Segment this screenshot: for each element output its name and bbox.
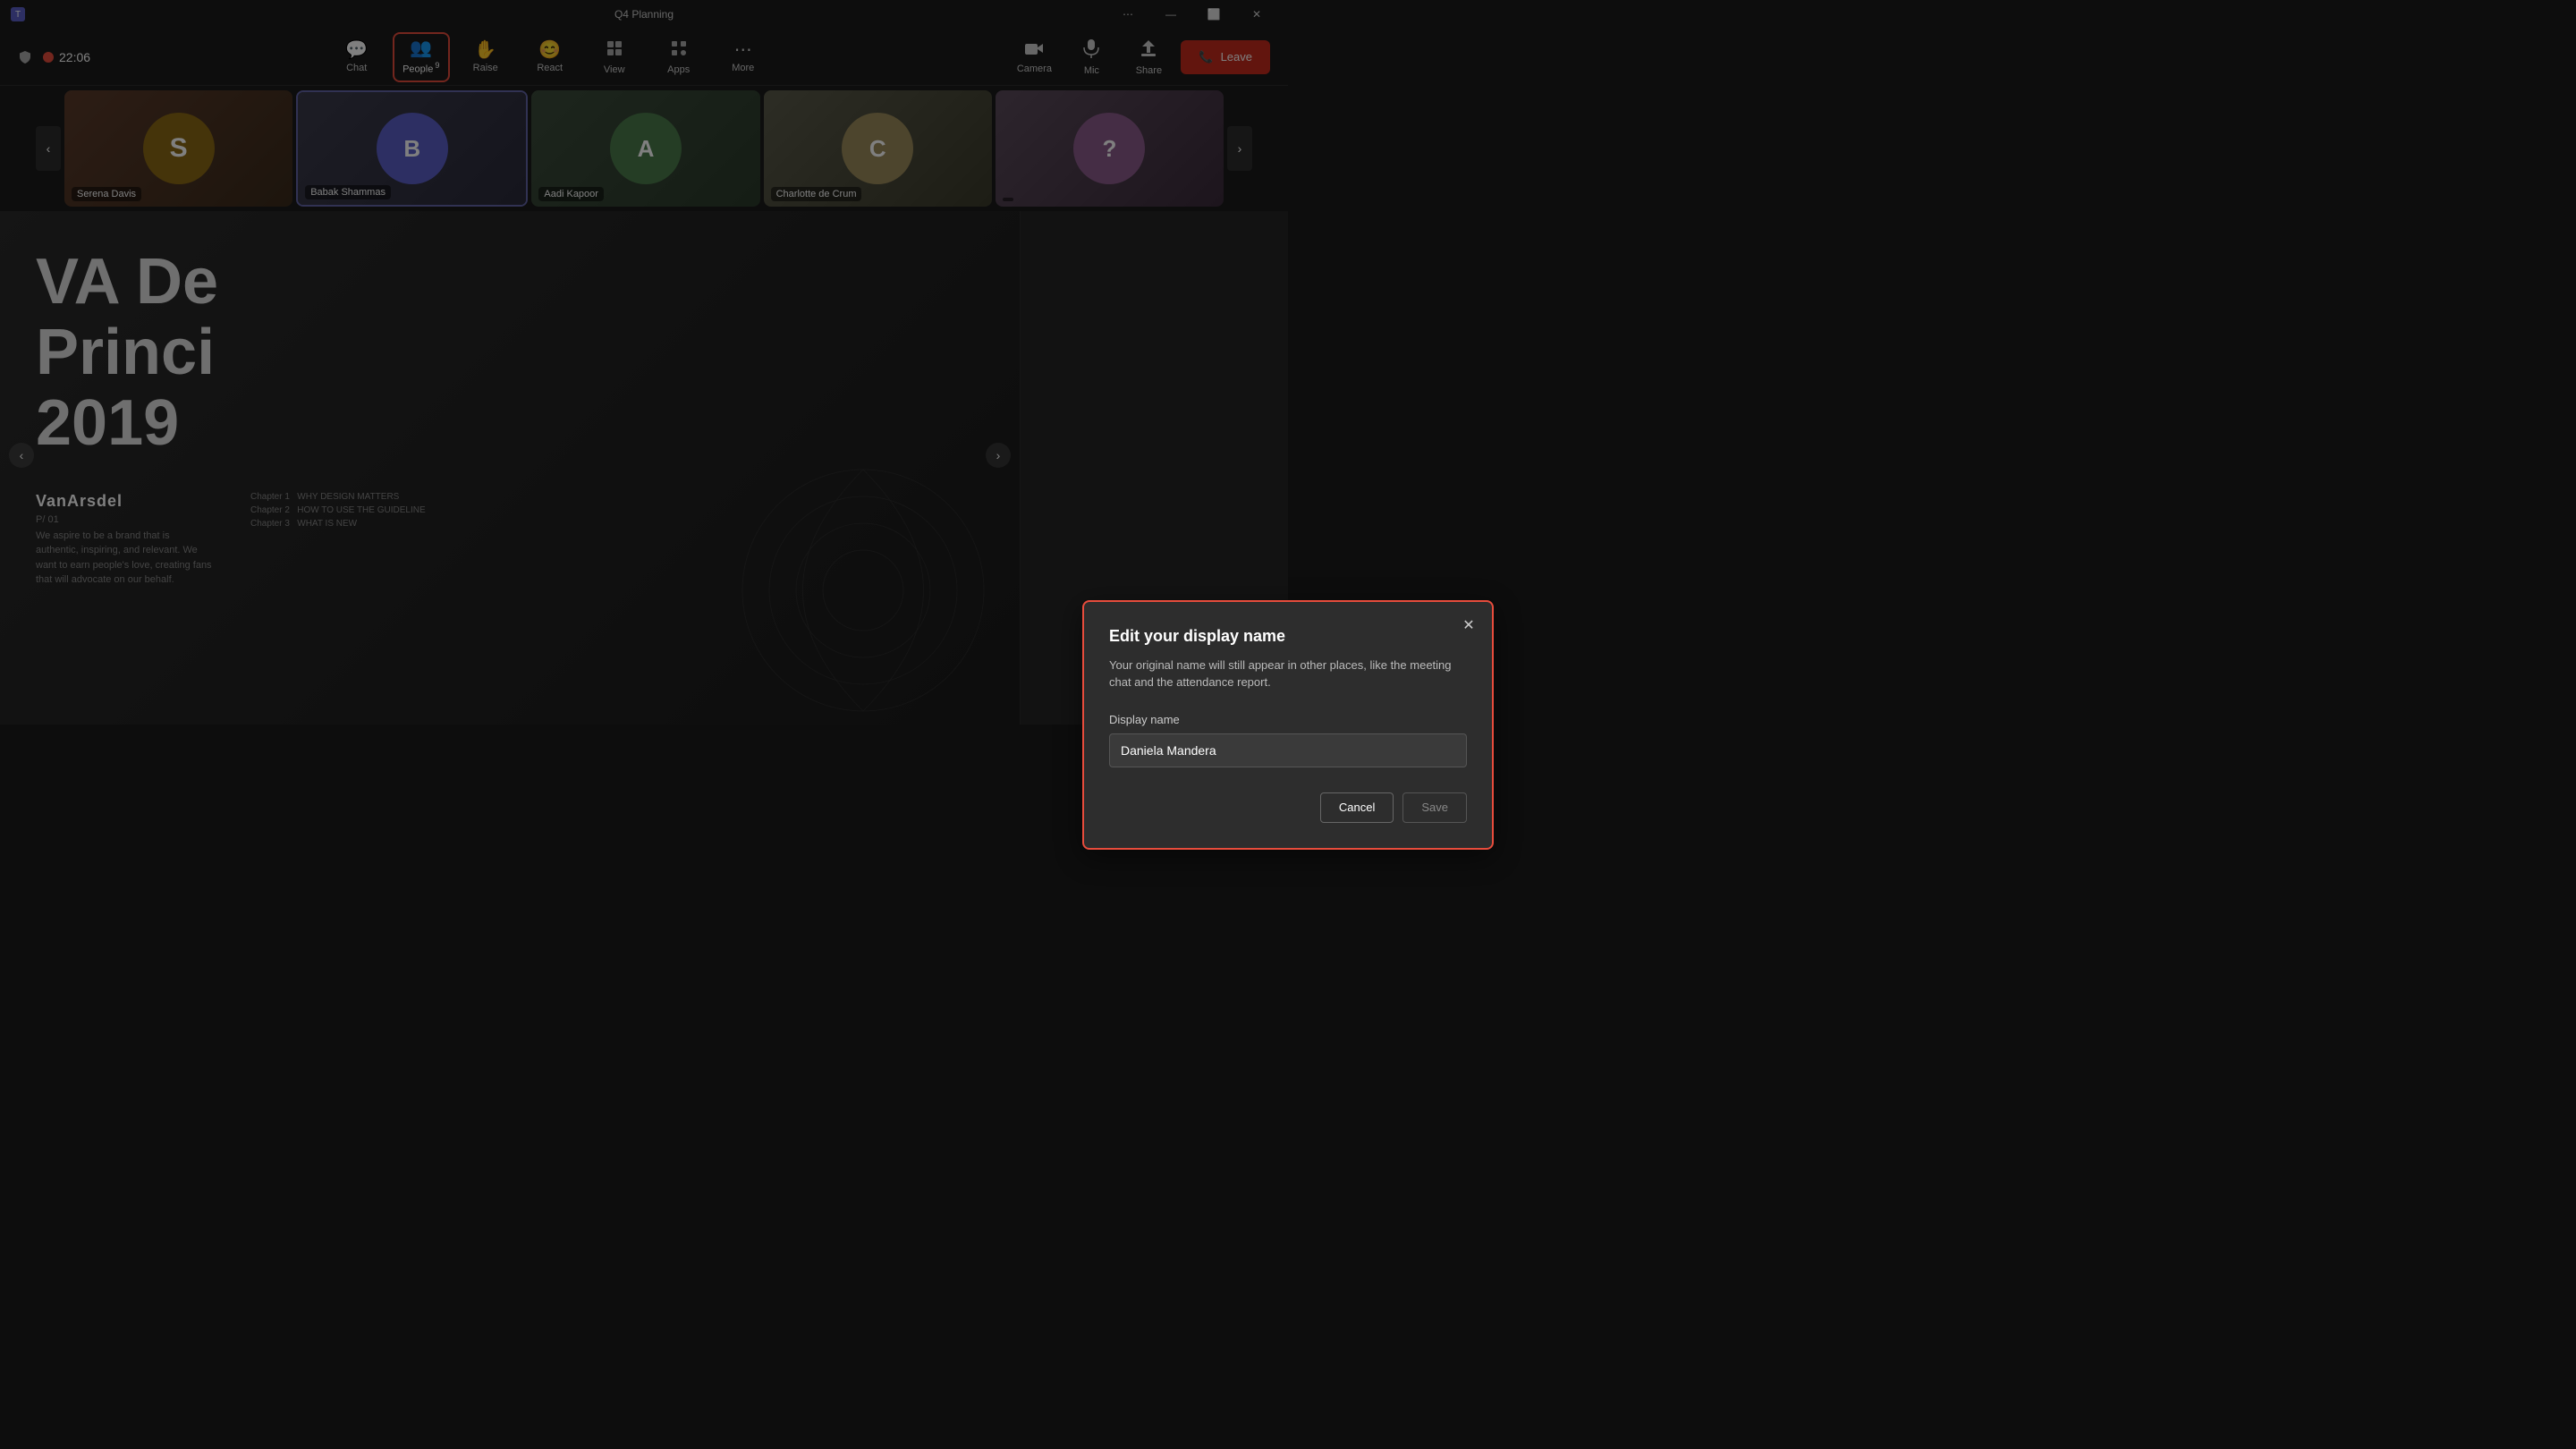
display-name-label: Display name [1109,713,1467,726]
save-button[interactable]: Save [1402,792,1467,823]
modal-actions: Cancel Save [1109,792,1467,823]
cancel-button[interactable]: Cancel [1320,792,1394,823]
modal-subtitle: Your original name will still appear in … [1109,657,1467,691]
modal-overlay[interactable]: ✕ Edit your display name Your original n… [0,0,2576,1449]
modal-close-button[interactable]: ✕ [1456,613,1481,638]
edit-display-name-modal: ✕ Edit your display name Your original n… [1082,600,1494,850]
modal-title: Edit your display name [1109,627,1467,646]
display-name-input[interactable] [1109,733,1467,767]
